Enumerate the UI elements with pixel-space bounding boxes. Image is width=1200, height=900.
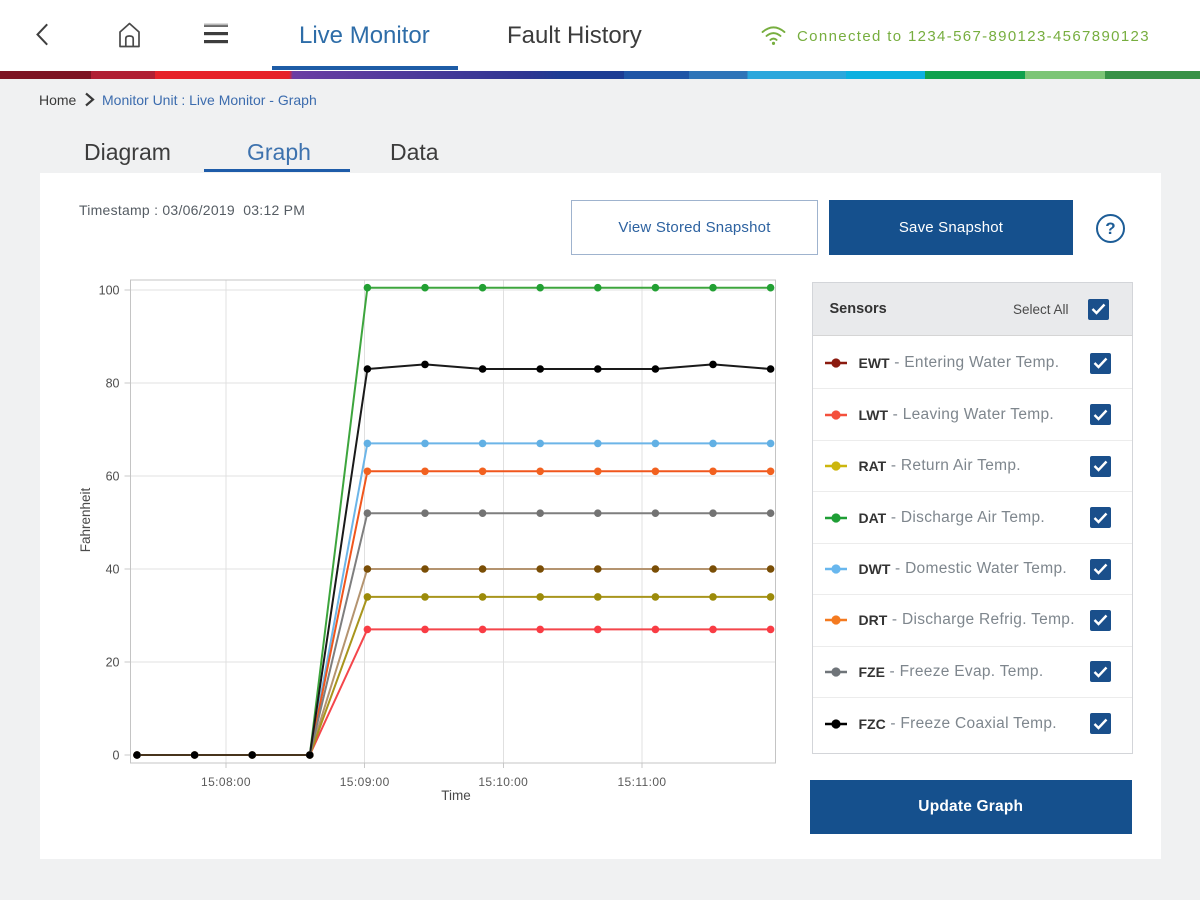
svg-text:Time: Time (441, 788, 471, 803)
svg-text:Fahrenheit: Fahrenheit (78, 487, 93, 552)
svg-text:100: 100 (99, 284, 120, 298)
svg-text:15:11:00: 15:11:00 (617, 775, 666, 789)
svg-text:60: 60 (106, 470, 120, 484)
svg-text:15:08:00: 15:08:00 (201, 775, 251, 789)
svg-text:15:10:00: 15:10:00 (478, 775, 528, 789)
svg-text:40: 40 (106, 563, 120, 577)
svg-text:20: 20 (106, 656, 120, 670)
svg-text:80: 80 (106, 377, 120, 391)
svg-text:0: 0 (113, 749, 120, 763)
svg-text:15:09:00: 15:09:00 (340, 775, 390, 789)
